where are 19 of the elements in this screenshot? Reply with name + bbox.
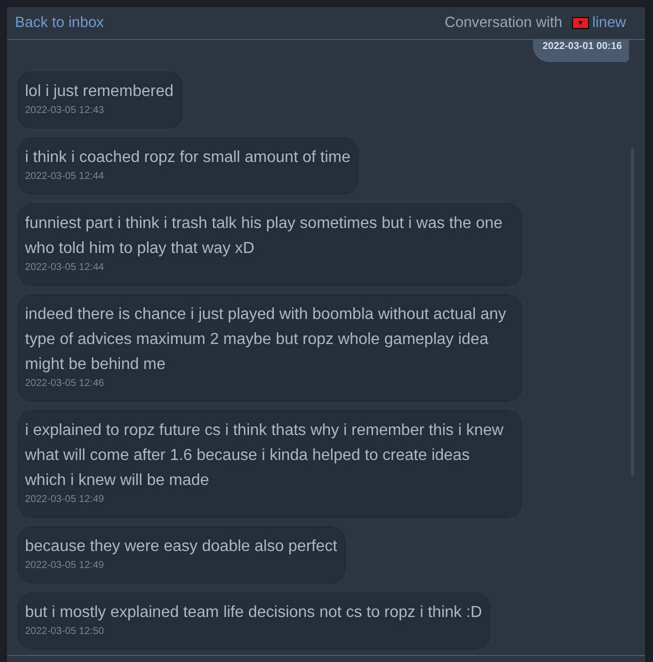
- message-text: funniest part i think i trash talk his play sometimes but i was the one who told him to play that way xD: [25, 214, 504, 259]
- message-time: 2022-03-05 12:49: [25, 559, 105, 573]
- message-text: because they were easy doable also perfect: [25, 537, 338, 557]
- message-time: 2022-03-05 12:50: [25, 625, 105, 639]
- message-text: i explained to ropz future cs i think thats why i remember this i knew what will come after 1.6 because i kinda helped to create ideas which i knew will be made: [25, 421, 504, 491]
- message-time: 2022-03-05 12:46: [25, 377, 105, 391]
- message-time: 2022-03-01 00:16: [542, 41, 622, 53]
- username-link[interactable]: linew: [592, 15, 626, 31]
- message-text: indeed there is chance i just played with boombla without actual any type of advices maximum 2 maybe but ropz whole gameplay idea might be behind me: [25, 305, 508, 375]
- message-text: lol i just remembered: [25, 82, 174, 102]
- message-time: 2022-03-05 12:43: [25, 104, 105, 118]
- conversation-title: Conversation with: [444, 15, 562, 31]
- flag-icon: [572, 17, 590, 29]
- back-to-inbox-link[interactable]: Back to inbox: [15, 15, 104, 31]
- message-time: 2022-03-05 12:44: [25, 261, 105, 275]
- message-time: 2022-03-05 12:44: [25, 170, 105, 184]
- message-text: but i mostly explained team life decisions not cs to ropz i think :D: [25, 603, 484, 623]
- message-time: 2022-03-05 12:49: [25, 493, 105, 507]
- message-text: i think i coached ropz for small amount of time: [25, 148, 352, 168]
